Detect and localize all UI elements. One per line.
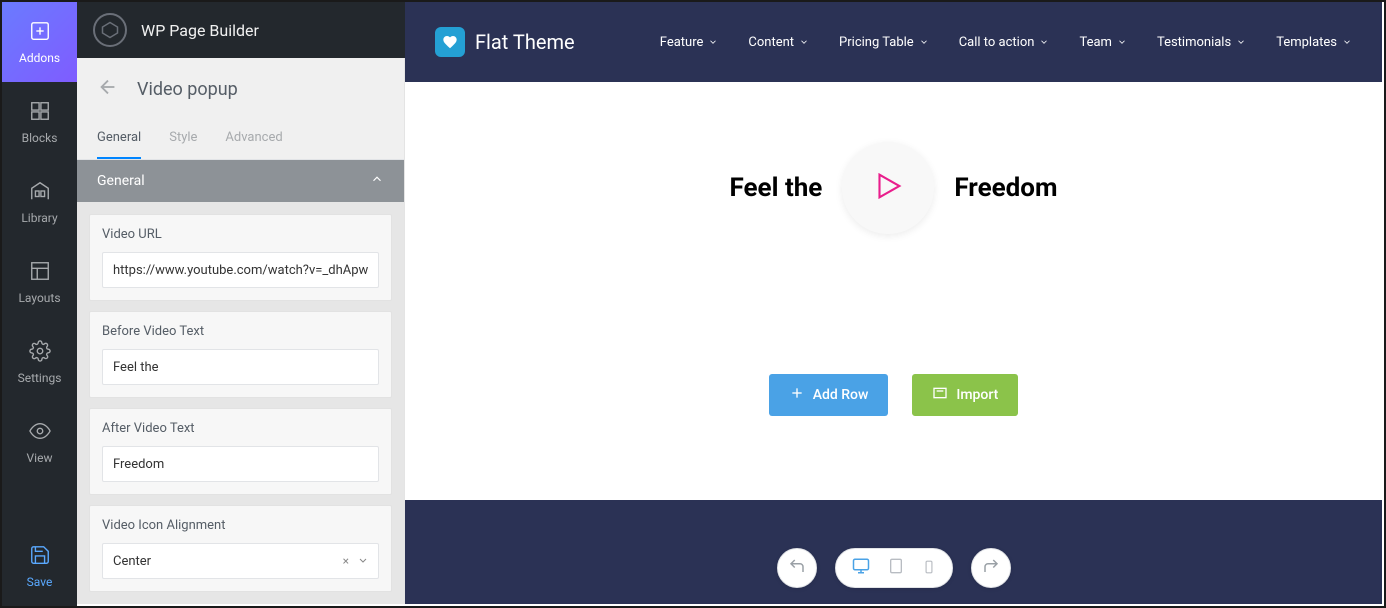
rail-label: Library: [21, 211, 57, 225]
field-before-text: Before Video Text: [89, 311, 392, 398]
after-text-input[interactable]: [102, 446, 379, 482]
rail-label: Layouts: [18, 291, 60, 305]
import-button[interactable]: Import: [912, 374, 1018, 416]
rail-blocks[interactable]: Blocks: [2, 82, 77, 162]
rail-addons[interactable]: Addons: [2, 2, 77, 82]
rail-label: Addons: [19, 51, 60, 65]
chevron-down-icon: [708, 37, 718, 47]
nav-content[interactable]: Content: [748, 35, 809, 50]
nav-feature[interactable]: Feature: [660, 35, 719, 50]
rail-label: Blocks: [22, 131, 58, 145]
chevron-down-icon: [1039, 37, 1049, 47]
panel-title: Video popup: [137, 79, 238, 100]
plus-square-icon: [29, 20, 51, 45]
rail-library[interactable]: Library: [2, 162, 77, 242]
rail-settings[interactable]: Settings: [2, 322, 77, 402]
accordion-label: General: [97, 173, 145, 189]
library-icon: [29, 180, 51, 205]
video-play-button[interactable]: [842, 142, 934, 234]
redo-icon: [982, 557, 1000, 579]
chevron-down-icon: [1342, 37, 1352, 47]
save-icon: [29, 544, 51, 569]
redo-button[interactable]: [971, 548, 1011, 588]
play-icon: [871, 169, 905, 207]
app-title: WP Page Builder: [141, 21, 259, 40]
rail-label: View: [27, 451, 53, 465]
chevron-down-icon[interactable]: [357, 552, 369, 571]
device-preview: [835, 548, 953, 588]
tab-general[interactable]: General: [97, 120, 141, 159]
nav-testimonials[interactable]: Testimonials: [1157, 35, 1246, 50]
button-label: Import: [956, 387, 998, 403]
button-label: Add Row: [813, 387, 869, 403]
plus-icon: [789, 385, 805, 405]
alignment-select[interactable]: [102, 543, 379, 579]
field-alignment: Video Icon Alignment ×: [89, 505, 392, 592]
chevron-down-icon: [799, 37, 809, 47]
chevron-down-icon: [919, 37, 929, 47]
hero-after-text: Freedom: [954, 173, 1057, 203]
field-video-url: Video URL: [89, 214, 392, 301]
gear-icon: [29, 340, 51, 365]
settings-panel: Video popup General Style Advanced Gener…: [77, 58, 405, 604]
mobile-icon[interactable]: [922, 559, 936, 578]
layouts-icon: [29, 260, 51, 285]
canvas: Flat Theme Feature Content Pricing Table…: [405, 2, 1382, 604]
back-button[interactable]: [97, 76, 119, 102]
tab-style[interactable]: Style: [169, 120, 197, 159]
rail-label: Settings: [18, 371, 62, 385]
undo-icon: [788, 557, 806, 579]
field-after-text: After Video Text: [89, 408, 392, 495]
app-logo-icon: [93, 13, 127, 47]
video-url-input[interactable]: [102, 252, 379, 288]
left-rail: Addons Blocks Library Layouts Settings V…: [2, 2, 77, 606]
brand[interactable]: Flat Theme: [435, 27, 575, 57]
chevron-down-icon: [1236, 37, 1246, 47]
accordion-general[interactable]: General: [77, 160, 404, 202]
nav-team[interactable]: Team: [1079, 35, 1127, 50]
nav-cta[interactable]: Call to action: [959, 35, 1050, 50]
hero-before-text: Feel the: [730, 173, 823, 203]
tablet-icon[interactable]: [888, 558, 904, 578]
field-label: Before Video Text: [102, 324, 379, 339]
chevron-up-icon: [370, 172, 384, 190]
clear-icon[interactable]: ×: [343, 554, 349, 568]
import-icon: [932, 385, 948, 405]
field-label: After Video Text: [102, 421, 379, 436]
rail-save[interactable]: Save: [2, 526, 77, 606]
desktop-icon[interactable]: [852, 557, 870, 579]
hero: Feel the Freedom: [405, 82, 1382, 274]
site-header: Flat Theme Feature Content Pricing Table…: [405, 2, 1382, 82]
eye-icon: [29, 420, 51, 445]
main-nav: Feature Content Pricing Table Call to ac…: [660, 35, 1352, 50]
row-actions: Add Row Import: [405, 274, 1382, 416]
tab-advanced[interactable]: Advanced: [225, 120, 282, 159]
field-label: Video URL: [102, 227, 379, 242]
nav-pricing[interactable]: Pricing Table: [839, 35, 929, 50]
rail-layouts[interactable]: Layouts: [2, 242, 77, 322]
nav-templates[interactable]: Templates: [1276, 35, 1352, 50]
field-label: Video Icon Alignment: [102, 518, 379, 533]
chevron-down-icon: [1117, 37, 1127, 47]
add-row-button[interactable]: Add Row: [769, 374, 889, 416]
before-text-input[interactable]: [102, 349, 379, 385]
brand-text: Flat Theme: [475, 30, 575, 54]
undo-button[interactable]: [777, 548, 817, 588]
bottom-controls: [777, 548, 1011, 588]
rail-label: Save: [27, 575, 53, 589]
panel-tabs: General Style Advanced: [77, 120, 404, 160]
blocks-icon: [29, 100, 51, 125]
rail-view[interactable]: View: [2, 402, 77, 482]
brand-logo-icon: [435, 27, 465, 57]
